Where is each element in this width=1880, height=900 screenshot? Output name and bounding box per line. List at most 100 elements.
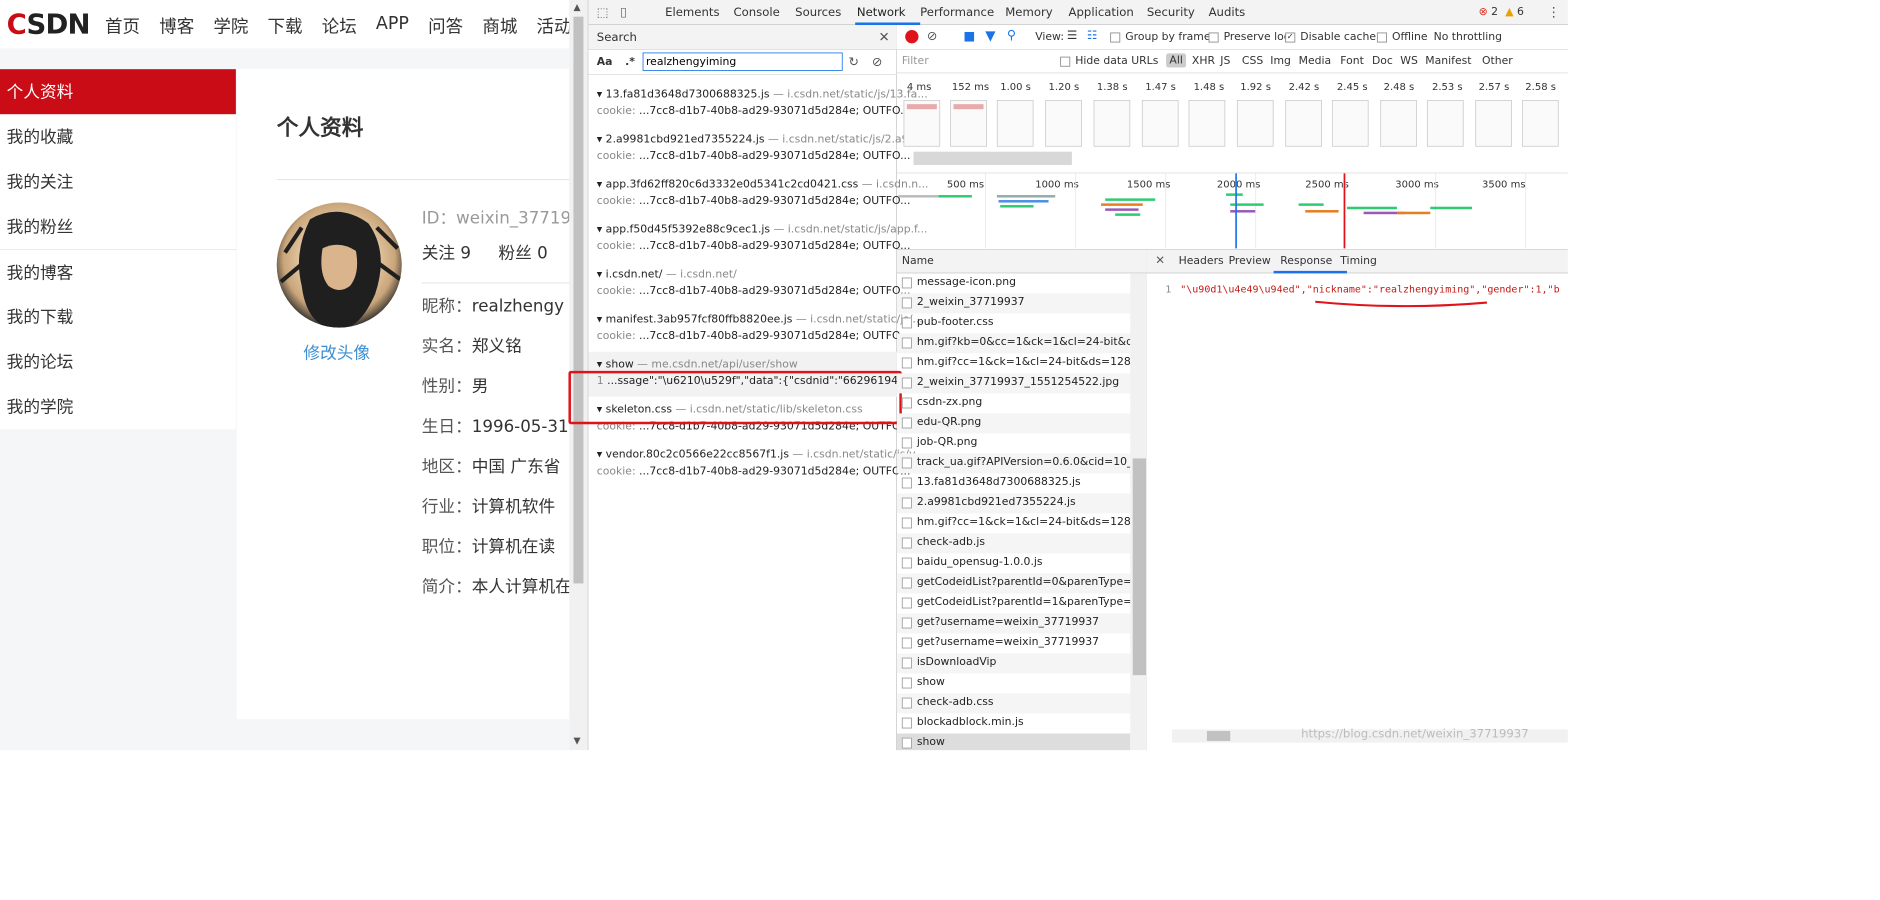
frame-screenshot[interactable] bbox=[1236, 100, 1274, 147]
type-filter-ws[interactable]: WS bbox=[1400, 55, 1418, 68]
request-row[interactable]: hm.gif?kb=0&cc=1&ck=1&cl=24-bit&ds= bbox=[896, 333, 1131, 354]
tab-audits[interactable]: Audits bbox=[1209, 6, 1246, 19]
nav-item[interactable]: 学院 bbox=[213, 13, 248, 38]
frame-screenshot[interactable] bbox=[1521, 100, 1559, 147]
request-row[interactable]: get?username=weixin_37719937 bbox=[897, 633, 1130, 653]
type-filter-doc[interactable]: Doc bbox=[1372, 55, 1393, 68]
request-row[interactable]: getCodeidList?parentId=0&parenType=co bbox=[896, 573, 1131, 594]
type-filter-xhr[interactable]: XHR bbox=[1192, 55, 1215, 68]
hide-data-urls-checkbox[interactable] bbox=[1060, 56, 1071, 67]
nav-item[interactable]: 活动 bbox=[537, 13, 570, 38]
tab-performance[interactable]: Performance bbox=[920, 6, 994, 19]
menu-item-blog[interactable]: 我的博客 bbox=[0, 249, 236, 294]
nav-item[interactable]: 商城 bbox=[482, 13, 517, 38]
request-row[interactable]: blockadblock.min.js bbox=[897, 713, 1130, 733]
request-row[interactable]: hm.gif?cc=1&ck=1&cl=24-bit&ds=1280x7 bbox=[897, 513, 1130, 533]
tab-application[interactable]: Application bbox=[1069, 6, 1134, 19]
request-row[interactable]: track_ua.gif?APIVersion=0.6.0&cid=10_288 bbox=[896, 453, 1131, 474]
nav-item[interactable]: 下载 bbox=[268, 13, 303, 38]
request-row[interactable]: job-QR.png bbox=[897, 433, 1130, 453]
request-row[interactable]: message-icon.png bbox=[897, 273, 1130, 293]
search-result[interactable]: ▾ app.f50d45f5392e88c9cec1.js — i.csdn.n… bbox=[588, 217, 928, 262]
search-result[interactable]: ▾ vendor.80c2c0566e22cc8567f1.js — i.csd… bbox=[588, 442, 925, 487]
nav-item[interactable]: 首页 bbox=[105, 13, 140, 38]
frame-screenshot[interactable] bbox=[1188, 100, 1226, 147]
frame-screenshot[interactable] bbox=[1380, 100, 1417, 147]
frame-screenshot[interactable] bbox=[903, 100, 941, 147]
tab-timing[interactable]: Timing bbox=[1340, 255, 1377, 268]
close-icon[interactable]: ✕ bbox=[1155, 254, 1165, 267]
request-row[interactable]: 2_weixin_37719937 bbox=[896, 293, 1131, 314]
search-input[interactable] bbox=[642, 52, 843, 71]
scroll-up-icon[interactable]: ▲ bbox=[573, 2, 580, 13]
error-icon[interactable]: ⊗ bbox=[1479, 6, 1488, 19]
clear-icon[interactable]: ⊘ bbox=[927, 28, 937, 43]
waterfall-icon[interactable]: ☷ bbox=[1087, 29, 1097, 42]
search-result[interactable]: ▾ manifest.3ab957fcf80ffb8820ee.js — i.c… bbox=[588, 307, 923, 352]
request-row[interactable]: getCodeidList?parentId=1&parenType=inc bbox=[897, 593, 1130, 613]
tab-sources[interactable]: Sources bbox=[795, 6, 841, 19]
menu-item-forum[interactable]: 我的论坛 bbox=[0, 339, 236, 384]
fans-count[interactable]: 粉丝 0 bbox=[498, 239, 547, 263]
tab-response[interactable]: Response bbox=[1280, 255, 1332, 268]
csdn-logo[interactable]: CSDN bbox=[7, 8, 91, 41]
search-result[interactable]: ▾ 2.a9981cbd921ed7355224.js — i.csdn.net… bbox=[588, 127, 926, 172]
frame-screenshot[interactable] bbox=[996, 100, 1034, 147]
nav-item[interactable]: 论坛 bbox=[322, 13, 357, 38]
menu-item-following[interactable]: 我的关注 bbox=[0, 159, 236, 204]
type-filter-all[interactable]: All bbox=[1166, 53, 1187, 68]
type-filter-manifest[interactable]: Manifest bbox=[1425, 55, 1471, 68]
edit-avatar-link[interactable]: 修改头像 bbox=[303, 339, 370, 363]
camera-icon[interactable]: ■ bbox=[964, 28, 976, 43]
request-row[interactable]: edu-QR.png bbox=[896, 413, 1131, 434]
clear-icon[interactable]: ⊘ bbox=[872, 54, 882, 69]
match-case-button[interactable]: Aa bbox=[597, 56, 613, 69]
type-filter-font[interactable]: Font bbox=[1340, 55, 1364, 68]
frame-screenshot[interactable] bbox=[950, 100, 987, 147]
type-filter-css[interactable]: CSS bbox=[1242, 55, 1263, 68]
request-row[interactable]: csdn-zx.png bbox=[897, 393, 1130, 413]
follow-count[interactable]: 关注 9 bbox=[422, 239, 471, 263]
menu-item-academy[interactable]: 我的学院 bbox=[0, 384, 236, 429]
frame-screenshot[interactable] bbox=[1045, 100, 1082, 147]
menu-item-downloads[interactable]: 我的下载 bbox=[0, 294, 236, 339]
offline-checkbox[interactable] bbox=[1376, 32, 1387, 43]
request-row[interactable]: isDownloadVip bbox=[896, 653, 1131, 674]
frame-screenshot[interactable] bbox=[1141, 100, 1179, 147]
scrollbar-thumb[interactable] bbox=[1132, 458, 1147, 676]
request-row[interactable]: 2_weixin_37719937_1551254522.jpg bbox=[896, 373, 1131, 394]
tab-elements[interactable]: Elements bbox=[665, 6, 719, 19]
error-count[interactable]: 2 bbox=[1491, 6, 1498, 19]
frame-screenshot[interactable] bbox=[1426, 100, 1464, 147]
tab-network[interactable]: Network bbox=[857, 6, 906, 19]
request-row[interactable]: pub-footer.css bbox=[897, 313, 1130, 333]
inspect-icon[interactable]: ⬚ bbox=[597, 5, 609, 20]
refresh-icon[interactable]: ↻ bbox=[849, 54, 859, 69]
frame-screenshot[interactable] bbox=[1093, 100, 1131, 147]
tab-console[interactable]: Console bbox=[733, 6, 779, 19]
request-row[interactable]: baidu_opensug-1.0.0.js bbox=[897, 553, 1130, 573]
more-icon[interactable]: ⋮ bbox=[1547, 4, 1560, 20]
nav-item[interactable]: 问答 bbox=[428, 13, 463, 38]
request-row[interactable]: get?username=weixin_37719937 bbox=[896, 613, 1131, 634]
search-icon[interactable]: ⚲ bbox=[1007, 28, 1016, 43]
avatar[interactable] bbox=[276, 202, 402, 328]
request-row[interactable]: show bbox=[897, 673, 1130, 693]
request-row[interactable]: hm.gif?cc=1&ck=1&cl=24-bit&ds=1280x7 bbox=[897, 353, 1130, 373]
disable-cache-checkbox[interactable]: ✓ bbox=[1285, 32, 1296, 43]
menu-item-profile[interactable]: 个人资料 bbox=[0, 69, 236, 115]
request-row-selected[interactable]: show bbox=[896, 733, 1131, 751]
warning-icon[interactable]: ▲ bbox=[1505, 6, 1513, 19]
request-row[interactable]: 2.a9981cbd921ed7355224.js bbox=[896, 493, 1131, 514]
throttling-select[interactable]: No throttling bbox=[1434, 31, 1502, 44]
search-result[interactable]: ▾ i.csdn.net/ — i.csdn.net/ cookie: ...7… bbox=[588, 262, 911, 307]
scrollbar-thumb[interactable] bbox=[573, 16, 584, 584]
type-filter-media[interactable]: Media bbox=[1299, 55, 1332, 68]
frame-screenshot[interactable] bbox=[1475, 100, 1512, 147]
name-column-header[interactable]: Name bbox=[896, 250, 1147, 274]
nav-item[interactable]: APP bbox=[376, 13, 409, 38]
nav-item[interactable]: 博客 bbox=[159, 13, 194, 38]
menu-item-fans[interactable]: 我的粉丝 bbox=[0, 204, 236, 249]
tab-memory[interactable]: Memory bbox=[1005, 6, 1052, 19]
tab-security[interactable]: Security bbox=[1147, 6, 1195, 19]
